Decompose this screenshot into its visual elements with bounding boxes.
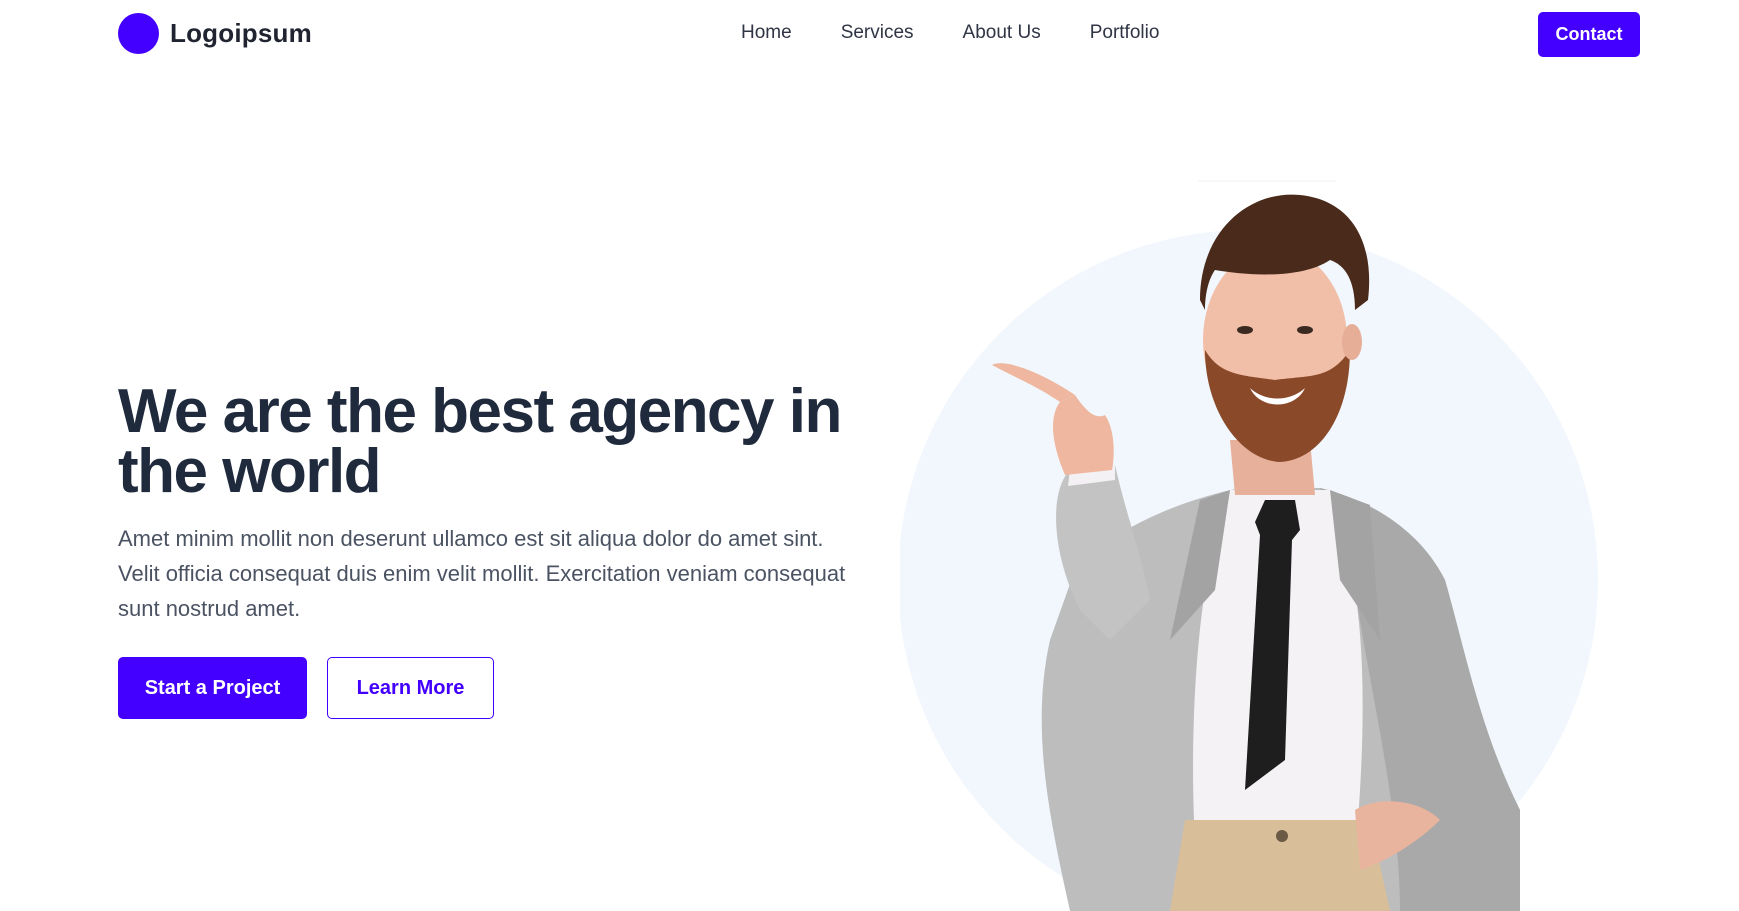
main-nav: Home Services About Us Portfolio [741, 22, 1159, 44]
nav-link-services[interactable]: Services [841, 22, 914, 43]
hero-subtitle: Amet minim mollit non deserunt ullamco e… [118, 526, 846, 621]
nav-link-portfolio[interactable]: Portfolio [1090, 22, 1160, 43]
landing-page: Logoipsum Home Services About Us Portfol… [0, 0, 1739, 911]
nav-link-home[interactable]: Home [741, 22, 792, 43]
logo-link[interactable]: Logoipsum [118, 13, 312, 54]
site-header: Logoipsum Home Services About Us Portfol… [0, 0, 1739, 70]
logo-icon [118, 13, 159, 54]
start-project-button[interactable]: Start a Project [118, 657, 307, 719]
contact-button[interactable]: Contact [1538, 12, 1640, 57]
hero-image [900, 170, 1640, 911]
logo-text: Logoipsum [170, 18, 312, 48]
hero-title: We are the best agency in the world [118, 377, 842, 506]
nav-link-about-us[interactable]: About Us [963, 22, 1041, 43]
learn-more-button[interactable]: Learn More [327, 657, 494, 719]
businessman-pointing-illustration [900, 180, 1598, 911]
